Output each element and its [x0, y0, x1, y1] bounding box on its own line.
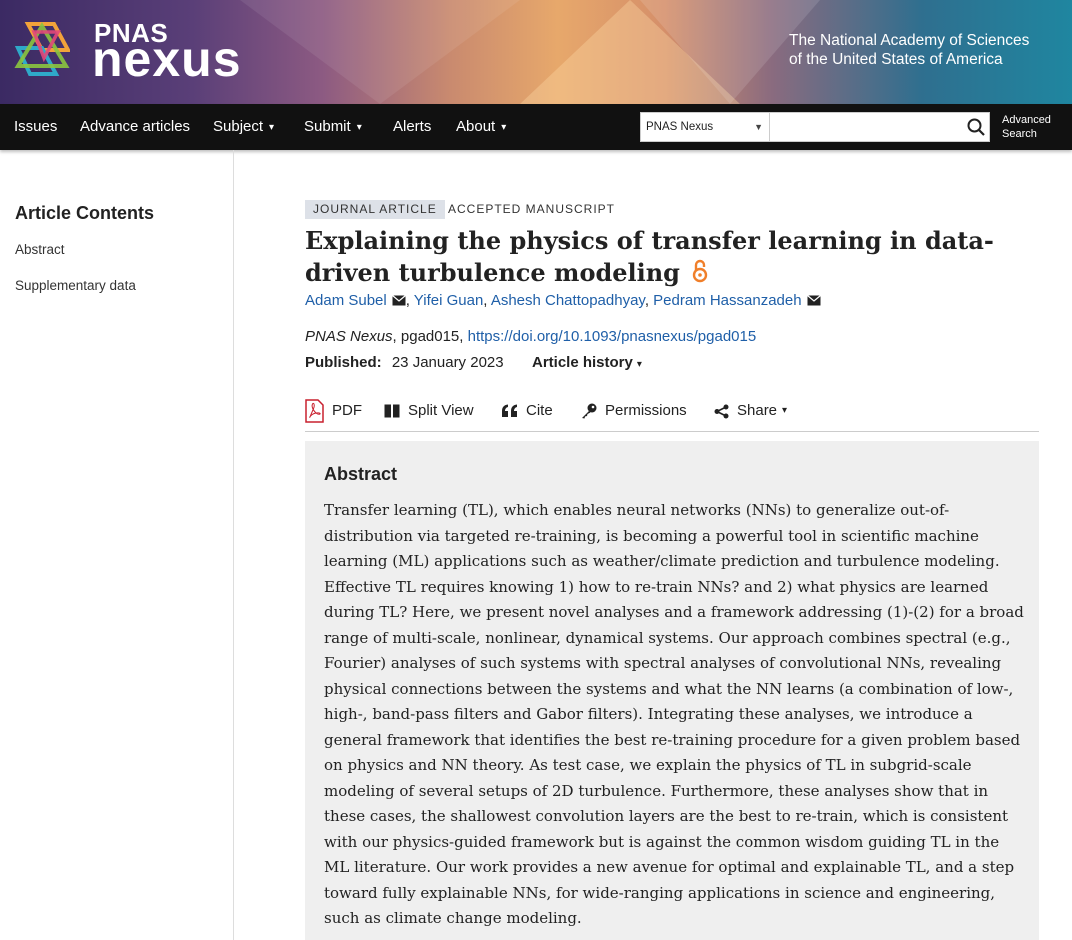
nav-label: Issues [14, 118, 58, 135]
quote-icon [502, 404, 517, 417]
author-link[interactable]: Pedram Hassanzadeh [653, 292, 801, 309]
abstract-text: Transfer learning (TL), which enables ne… [324, 501, 1024, 927]
doi-link[interactable]: https://doi.org/10.1093/pnasnexus/pgad01… [468, 328, 757, 345]
pnas-logo-mark-icon [14, 22, 70, 76]
article-title-text: Explaining the physics of transfer learn… [305, 226, 994, 287]
split-view-button[interactable]: Split View [384, 398, 474, 424]
author-list: Adam Subel, Yifei Guan, Ashesh Chattopad… [305, 292, 821, 309]
site-header-banner: PNAS nexus The National Academy of Scien… [0, 0, 1072, 104]
article-history-toggle[interactable]: Article history ▾ [532, 354, 642, 371]
chevron-down-icon: ▾ [501, 122, 507, 133]
open-access-icon [693, 259, 708, 283]
author-link[interactable]: Yifei Guan [414, 292, 484, 309]
key-icon [582, 403, 597, 419]
share-label: Share [737, 402, 778, 419]
nav-submit[interactable]: Submit ▾ [304, 104, 362, 150]
nav-label: Submit [304, 118, 351, 135]
nav-label: Alerts [393, 118, 432, 135]
split-view-label: Split View [408, 402, 474, 419]
sidebar-item-supplementary-data[interactable]: Supplementary data [15, 278, 136, 293]
citation-line: PNAS Nexus, pgad015, https://doi.org/10.… [305, 328, 756, 345]
nav-about[interactable]: About ▾ [456, 104, 506, 150]
chevron-down-icon: ▾ [269, 122, 275, 133]
nav-label: Advance articles [80, 118, 191, 135]
permissions-label: Permissions [605, 402, 687, 419]
search-scope-select[interactable]: PNAS Nexus ▼ [640, 112, 770, 142]
chevron-down-icon: ▾ [636, 359, 642, 370]
pdf-button[interactable]: PDF [305, 398, 362, 424]
chevron-down-icon: ▾ [356, 122, 362, 133]
publisher-line-2: of the United States of America [789, 51, 1003, 68]
cite-label: Cite [526, 402, 553, 419]
advanced-search-line-1: Advanced [1002, 114, 1051, 126]
chevron-down-icon: ▼ [754, 122, 763, 132]
published-line: Published: 23 January 2023 [305, 354, 504, 371]
author-separator: , [405, 292, 414, 309]
article-history-label: Article history [532, 354, 633, 371]
sidebar-title: Article Contents [15, 203, 155, 223]
search-input[interactable] [770, 112, 990, 142]
publisher-line-1: The National Academy of Sciences [789, 32, 1030, 49]
article-type-badge: JOURNAL ARTICLE [305, 200, 445, 219]
article-toolbar: PDF Split View Cite Permissions Share ▾ [305, 398, 1039, 432]
nav-subject[interactable]: Subject ▾ [213, 104, 274, 150]
nav-advance-articles[interactable]: Advance articles [80, 104, 190, 150]
share-button[interactable]: Share ▾ [714, 398, 787, 424]
banner-decoration [240, 0, 520, 104]
nav-issues[interactable]: Issues [14, 104, 57, 150]
pdf-icon [305, 399, 324, 423]
nav-label: About [456, 118, 496, 135]
published-label: Published: [305, 354, 382, 371]
nav-alerts[interactable]: Alerts [393, 104, 431, 150]
advanced-search-link[interactable]: Advanced Search [1002, 113, 1051, 141]
email-icon[interactable] [391, 295, 406, 306]
author-link[interactable]: Adam Subel [305, 292, 387, 309]
search-scope-value: PNAS Nexus [646, 121, 714, 133]
advanced-search-line-2: Search [1002, 128, 1037, 140]
nav-label: Subject [213, 118, 264, 135]
author-separator: , [483, 292, 491, 309]
search-button[interactable] [962, 113, 989, 141]
chevron-down-icon: ▾ [782, 405, 788, 416]
logo-nexus-text: nexus [92, 31, 242, 87]
share-icon [714, 404, 729, 418]
pdf-label: PDF [332, 402, 362, 419]
author-link[interactable]: Ashesh Chattopadhyay [491, 292, 645, 309]
article-contents-sidebar: Article Contents Abstract Supplementary … [0, 150, 234, 940]
article-status-badge: ACCEPTED MANUSCRIPT [448, 202, 616, 216]
sidebar-item-abstract[interactable]: Abstract [15, 242, 65, 257]
article-id: , pgad015, [392, 328, 468, 345]
split-view-icon [384, 404, 400, 418]
abstract-heading: Abstract [324, 464, 398, 484]
email-icon[interactable] [806, 295, 821, 306]
cite-button[interactable]: Cite [501, 398, 553, 424]
permissions-button[interactable]: Permissions [581, 398, 687, 424]
journal-name: PNAS Nexus [305, 328, 393, 345]
author-separator: , [644, 292, 654, 309]
pnas-nexus-logo[interactable]: PNAS nexus [14, 18, 254, 84]
abstract-section: Abstract Transfer learning (TL), which e… [305, 441, 1039, 940]
published-date: 23 January 2023 [391, 354, 504, 371]
search-icon [967, 118, 985, 136]
article-title: Explaining the physics of transfer learn… [305, 225, 1025, 289]
publisher-name[interactable]: The National Academy of Sciences of the … [789, 31, 1069, 69]
